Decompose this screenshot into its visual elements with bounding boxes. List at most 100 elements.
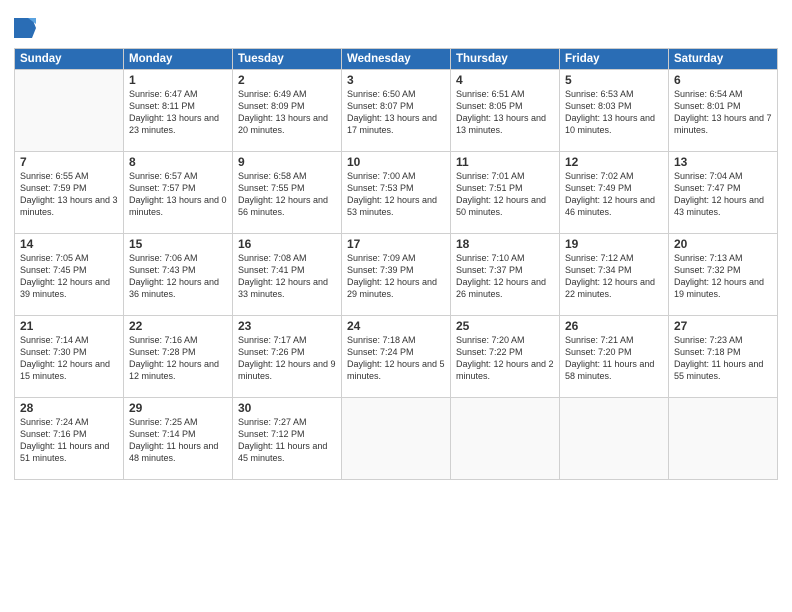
calendar-week-row: 7Sunrise: 6:55 AM Sunset: 7:59 PM Daylig… bbox=[15, 152, 778, 234]
day-info: Sunrise: 7:01 AM Sunset: 7:51 PM Dayligh… bbox=[456, 170, 554, 219]
calendar-cell: 4Sunrise: 6:51 AM Sunset: 8:05 PM Daylig… bbox=[451, 70, 560, 152]
logo-icon bbox=[14, 14, 36, 42]
calendar-cell: 2Sunrise: 6:49 AM Sunset: 8:09 PM Daylig… bbox=[233, 70, 342, 152]
calendar-cell: 26Sunrise: 7:21 AM Sunset: 7:20 PM Dayli… bbox=[560, 316, 669, 398]
day-info: Sunrise: 7:23 AM Sunset: 7:18 PM Dayligh… bbox=[674, 334, 772, 383]
day-info: Sunrise: 7:24 AM Sunset: 7:16 PM Dayligh… bbox=[20, 416, 118, 465]
day-info: Sunrise: 7:13 AM Sunset: 7:32 PM Dayligh… bbox=[674, 252, 772, 301]
day-info: Sunrise: 7:09 AM Sunset: 7:39 PM Dayligh… bbox=[347, 252, 445, 301]
header-monday: Monday bbox=[124, 49, 233, 70]
calendar-cell: 13Sunrise: 7:04 AM Sunset: 7:47 PM Dayli… bbox=[669, 152, 778, 234]
day-info: Sunrise: 7:08 AM Sunset: 7:41 PM Dayligh… bbox=[238, 252, 336, 301]
day-info: Sunrise: 7:06 AM Sunset: 7:43 PM Dayligh… bbox=[129, 252, 227, 301]
calendar-cell: 10Sunrise: 7:00 AM Sunset: 7:53 PM Dayli… bbox=[342, 152, 451, 234]
day-number: 5 bbox=[565, 73, 663, 87]
day-number: 2 bbox=[238, 73, 336, 87]
calendar-cell: 12Sunrise: 7:02 AM Sunset: 7:49 PM Dayli… bbox=[560, 152, 669, 234]
calendar-cell: 14Sunrise: 7:05 AM Sunset: 7:45 PM Dayli… bbox=[15, 234, 124, 316]
calendar-cell bbox=[342, 398, 451, 480]
header-sunday: Sunday bbox=[15, 49, 124, 70]
calendar-cell: 11Sunrise: 7:01 AM Sunset: 7:51 PM Dayli… bbox=[451, 152, 560, 234]
calendar-cell: 5Sunrise: 6:53 AM Sunset: 8:03 PM Daylig… bbox=[560, 70, 669, 152]
day-info: Sunrise: 7:17 AM Sunset: 7:26 PM Dayligh… bbox=[238, 334, 336, 383]
day-number: 22 bbox=[129, 319, 227, 333]
calendar-cell bbox=[451, 398, 560, 480]
calendar-container: Sunday Monday Tuesday Wednesday Thursday… bbox=[0, 0, 792, 612]
day-info: Sunrise: 6:49 AM Sunset: 8:09 PM Dayligh… bbox=[238, 88, 336, 137]
day-number: 28 bbox=[20, 401, 118, 415]
day-number: 9 bbox=[238, 155, 336, 169]
day-number: 12 bbox=[565, 155, 663, 169]
header-thursday: Thursday bbox=[451, 49, 560, 70]
day-info: Sunrise: 7:21 AM Sunset: 7:20 PM Dayligh… bbox=[565, 334, 663, 383]
header-saturday: Saturday bbox=[669, 49, 778, 70]
day-number: 30 bbox=[238, 401, 336, 415]
day-info: Sunrise: 7:25 AM Sunset: 7:14 PM Dayligh… bbox=[129, 416, 227, 465]
calendar-cell: 9Sunrise: 6:58 AM Sunset: 7:55 PM Daylig… bbox=[233, 152, 342, 234]
calendar-cell: 16Sunrise: 7:08 AM Sunset: 7:41 PM Dayli… bbox=[233, 234, 342, 316]
day-number: 6 bbox=[674, 73, 772, 87]
calendar-cell: 6Sunrise: 6:54 AM Sunset: 8:01 PM Daylig… bbox=[669, 70, 778, 152]
day-number: 23 bbox=[238, 319, 336, 333]
day-info: Sunrise: 6:58 AM Sunset: 7:55 PM Dayligh… bbox=[238, 170, 336, 219]
day-info: Sunrise: 7:12 AM Sunset: 7:34 PM Dayligh… bbox=[565, 252, 663, 301]
day-info: Sunrise: 7:16 AM Sunset: 7:28 PM Dayligh… bbox=[129, 334, 227, 383]
header-friday: Friday bbox=[560, 49, 669, 70]
day-info: Sunrise: 7:20 AM Sunset: 7:22 PM Dayligh… bbox=[456, 334, 554, 383]
day-info: Sunrise: 7:04 AM Sunset: 7:47 PM Dayligh… bbox=[674, 170, 772, 219]
day-info: Sunrise: 7:27 AM Sunset: 7:12 PM Dayligh… bbox=[238, 416, 336, 465]
day-number: 4 bbox=[456, 73, 554, 87]
calendar-cell: 24Sunrise: 7:18 AM Sunset: 7:24 PM Dayli… bbox=[342, 316, 451, 398]
header bbox=[14, 10, 778, 42]
calendar-week-row: 1Sunrise: 6:47 AM Sunset: 8:11 PM Daylig… bbox=[15, 70, 778, 152]
day-number: 29 bbox=[129, 401, 227, 415]
day-number: 18 bbox=[456, 237, 554, 251]
day-number: 10 bbox=[347, 155, 445, 169]
calendar-cell: 23Sunrise: 7:17 AM Sunset: 7:26 PM Dayli… bbox=[233, 316, 342, 398]
day-info: Sunrise: 7:10 AM Sunset: 7:37 PM Dayligh… bbox=[456, 252, 554, 301]
day-info: Sunrise: 6:54 AM Sunset: 8:01 PM Dayligh… bbox=[674, 88, 772, 137]
calendar-cell: 28Sunrise: 7:24 AM Sunset: 7:16 PM Dayli… bbox=[15, 398, 124, 480]
day-info: Sunrise: 7:05 AM Sunset: 7:45 PM Dayligh… bbox=[20, 252, 118, 301]
calendar-table: Sunday Monday Tuesday Wednesday Thursday… bbox=[14, 48, 778, 480]
day-info: Sunrise: 6:51 AM Sunset: 8:05 PM Dayligh… bbox=[456, 88, 554, 137]
calendar-cell: 8Sunrise: 6:57 AM Sunset: 7:57 PM Daylig… bbox=[124, 152, 233, 234]
calendar-cell: 21Sunrise: 7:14 AM Sunset: 7:30 PM Dayli… bbox=[15, 316, 124, 398]
calendar-cell: 25Sunrise: 7:20 AM Sunset: 7:22 PM Dayli… bbox=[451, 316, 560, 398]
calendar-cell: 30Sunrise: 7:27 AM Sunset: 7:12 PM Dayli… bbox=[233, 398, 342, 480]
calendar-cell: 17Sunrise: 7:09 AM Sunset: 7:39 PM Dayli… bbox=[342, 234, 451, 316]
calendar-cell: 27Sunrise: 7:23 AM Sunset: 7:18 PM Dayli… bbox=[669, 316, 778, 398]
calendar-week-row: 28Sunrise: 7:24 AM Sunset: 7:16 PM Dayli… bbox=[15, 398, 778, 480]
logo bbox=[14, 14, 39, 42]
header-tuesday: Tuesday bbox=[233, 49, 342, 70]
weekday-header-row: Sunday Monday Tuesday Wednesday Thursday… bbox=[15, 49, 778, 70]
calendar-cell: 18Sunrise: 7:10 AM Sunset: 7:37 PM Dayli… bbox=[451, 234, 560, 316]
day-number: 16 bbox=[238, 237, 336, 251]
day-number: 14 bbox=[20, 237, 118, 251]
calendar-cell bbox=[560, 398, 669, 480]
day-info: Sunrise: 6:53 AM Sunset: 8:03 PM Dayligh… bbox=[565, 88, 663, 137]
day-info: Sunrise: 7:02 AM Sunset: 7:49 PM Dayligh… bbox=[565, 170, 663, 219]
calendar-week-row: 14Sunrise: 7:05 AM Sunset: 7:45 PM Dayli… bbox=[15, 234, 778, 316]
calendar-cell: 1Sunrise: 6:47 AM Sunset: 8:11 PM Daylig… bbox=[124, 70, 233, 152]
day-info: Sunrise: 7:00 AM Sunset: 7:53 PM Dayligh… bbox=[347, 170, 445, 219]
day-number: 26 bbox=[565, 319, 663, 333]
day-number: 20 bbox=[674, 237, 772, 251]
day-number: 24 bbox=[347, 319, 445, 333]
day-number: 1 bbox=[129, 73, 227, 87]
day-number: 11 bbox=[456, 155, 554, 169]
day-info: Sunrise: 7:14 AM Sunset: 7:30 PM Dayligh… bbox=[20, 334, 118, 383]
calendar-cell: 3Sunrise: 6:50 AM Sunset: 8:07 PM Daylig… bbox=[342, 70, 451, 152]
day-number: 3 bbox=[347, 73, 445, 87]
day-number: 27 bbox=[674, 319, 772, 333]
day-info: Sunrise: 6:50 AM Sunset: 8:07 PM Dayligh… bbox=[347, 88, 445, 137]
calendar-cell: 15Sunrise: 7:06 AM Sunset: 7:43 PM Dayli… bbox=[124, 234, 233, 316]
day-number: 17 bbox=[347, 237, 445, 251]
day-number: 25 bbox=[456, 319, 554, 333]
day-number: 8 bbox=[129, 155, 227, 169]
calendar-cell bbox=[669, 398, 778, 480]
calendar-cell: 20Sunrise: 7:13 AM Sunset: 7:32 PM Dayli… bbox=[669, 234, 778, 316]
day-number: 15 bbox=[129, 237, 227, 251]
day-number: 19 bbox=[565, 237, 663, 251]
day-info: Sunrise: 6:55 AM Sunset: 7:59 PM Dayligh… bbox=[20, 170, 118, 219]
